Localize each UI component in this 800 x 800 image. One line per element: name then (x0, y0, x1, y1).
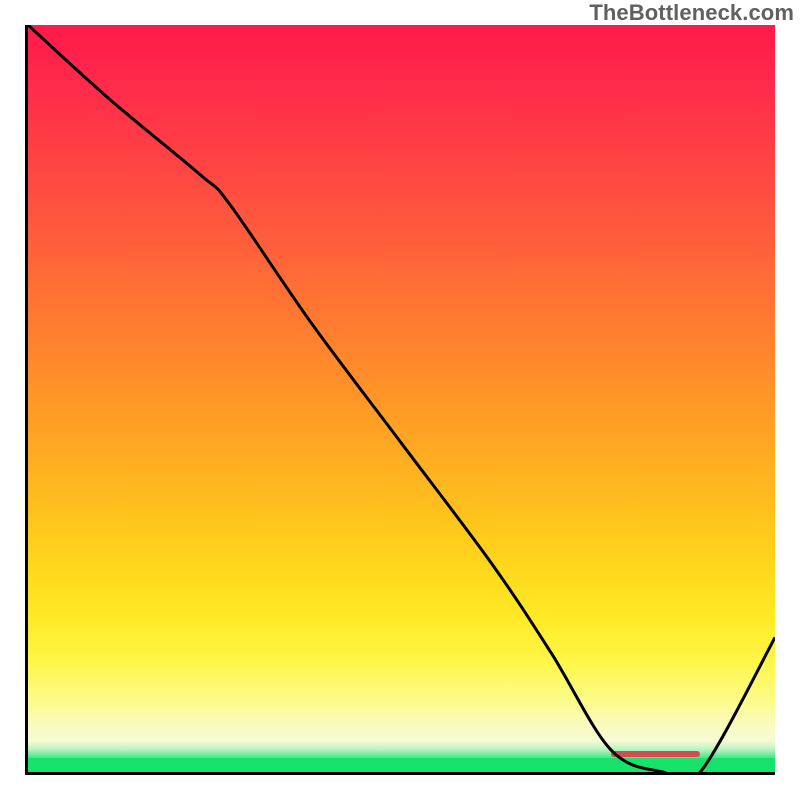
severity-gradient-fill (28, 25, 775, 758)
optimum-range-marker (611, 751, 701, 757)
optimal-zone-strip (28, 758, 775, 772)
plot-area (25, 25, 775, 775)
chart-stage: TheBottleneck.com (0, 0, 800, 800)
attribution-text: TheBottleneck.com (589, 0, 794, 26)
